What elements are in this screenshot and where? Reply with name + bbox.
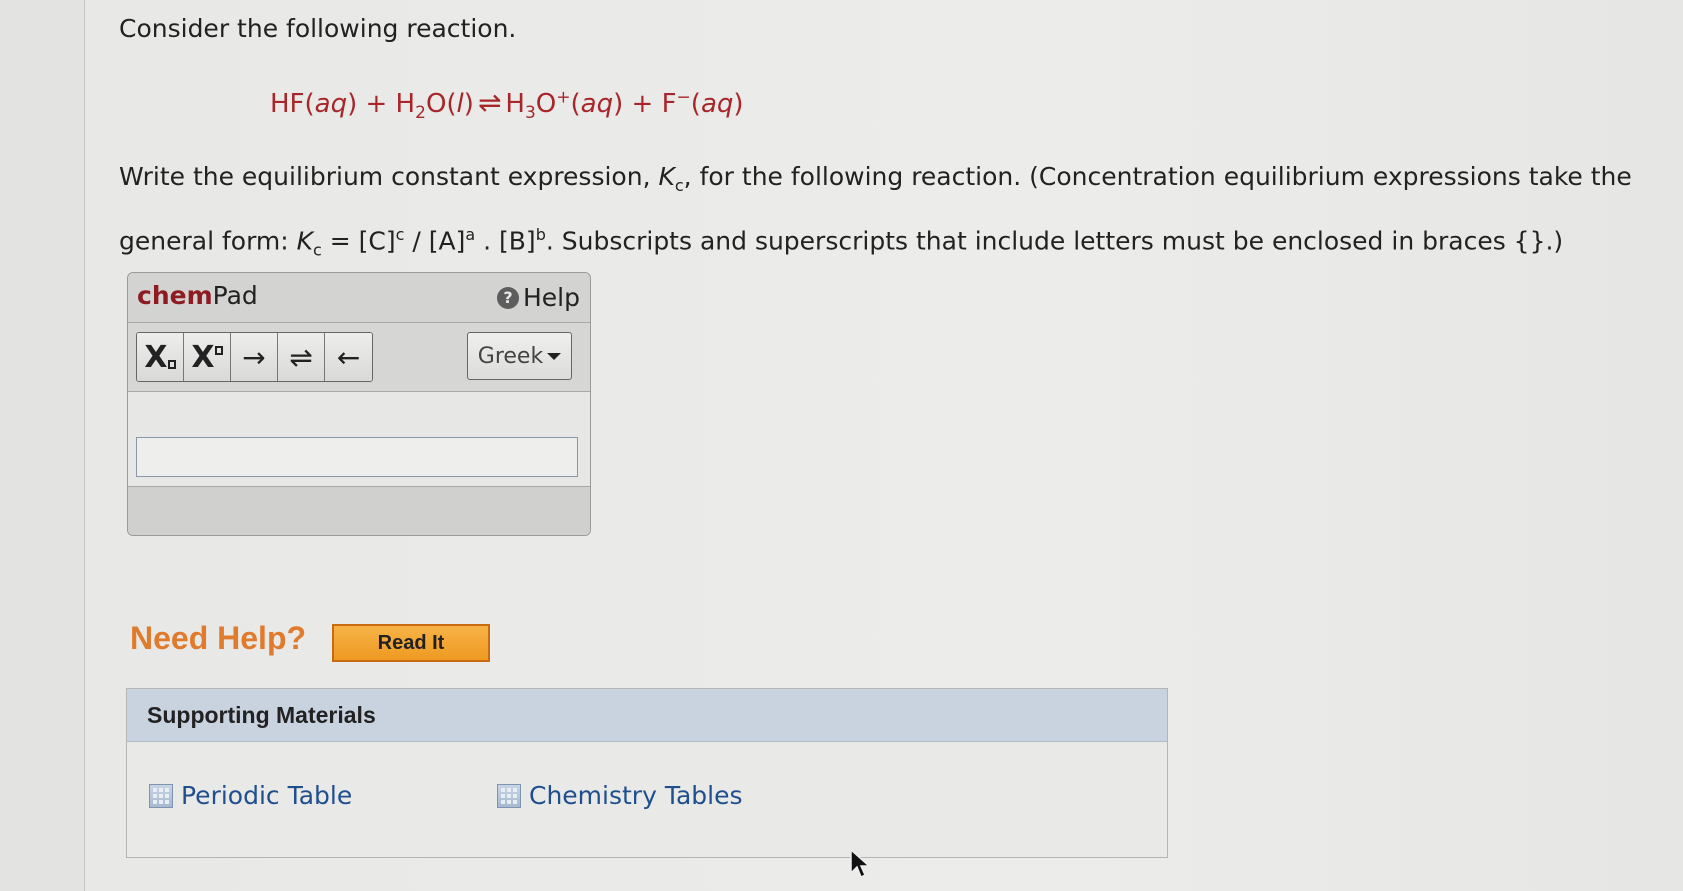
- superscript-button[interactable]: X: [184, 333, 231, 381]
- answer-input[interactable]: [136, 437, 578, 477]
- chemistry-tables-link[interactable]: Chemistry Tables: [497, 781, 743, 810]
- caret-down-icon: [547, 352, 562, 360]
- chempad-widget: chemPad ? Help X X → ⇌ ← Greek: [127, 272, 591, 536]
- chemical-reaction: HF(aq) + H2O(l) ⇌ H3O+(aq) + F−(aq): [270, 86, 744, 124]
- subscript-button[interactable]: X: [137, 333, 184, 381]
- chempad-toolbar: X X → ⇌ ← Greek: [128, 323, 590, 392]
- table-icon: [149, 783, 173, 808]
- need-help-label: Need Help?: [130, 620, 307, 656]
- chempad-header: chemPad ? Help: [128, 273, 590, 323]
- forward-arrow-button[interactable]: →: [231, 333, 278, 381]
- back-arrow-button[interactable]: ←: [325, 333, 372, 381]
- supporting-materials-panel: Supporting Materials Periodic Table Chem…: [126, 688, 1168, 858]
- table-icon: [497, 783, 521, 808]
- greek-dropdown[interactable]: Greek: [467, 332, 572, 380]
- read-it-button[interactable]: Read It: [332, 624, 490, 662]
- periodic-table-label: Periodic Table: [181, 781, 353, 810]
- chempad-body: [128, 392, 590, 487]
- equilibrium-arrow-button[interactable]: ⇌: [278, 333, 325, 381]
- supporting-materials-header: Supporting Materials: [127, 689, 1167, 742]
- mouse-pointer-icon: [850, 848, 872, 885]
- left-margin-strip: [0, 0, 85, 891]
- greek-label: Greek: [477, 343, 544, 369]
- equilibrium-arrow: ⇌: [477, 86, 502, 119]
- chempad-title: chemPad: [137, 281, 258, 310]
- chempad-footer: [128, 487, 590, 535]
- help-label: Help: [523, 283, 580, 312]
- chempad-help-link[interactable]: ? Help: [497, 283, 580, 312]
- chempad-tool-group: X X → ⇌ ←: [136, 332, 373, 382]
- question-text: Write the equilibrium constant expressio…: [119, 162, 1632, 260]
- periodic-table-link[interactable]: Periodic Table: [149, 781, 352, 810]
- question-intro: Consider the following reaction.: [119, 14, 517, 43]
- help-icon: ?: [497, 286, 519, 309]
- chemistry-tables-label: Chemistry Tables: [529, 781, 743, 810]
